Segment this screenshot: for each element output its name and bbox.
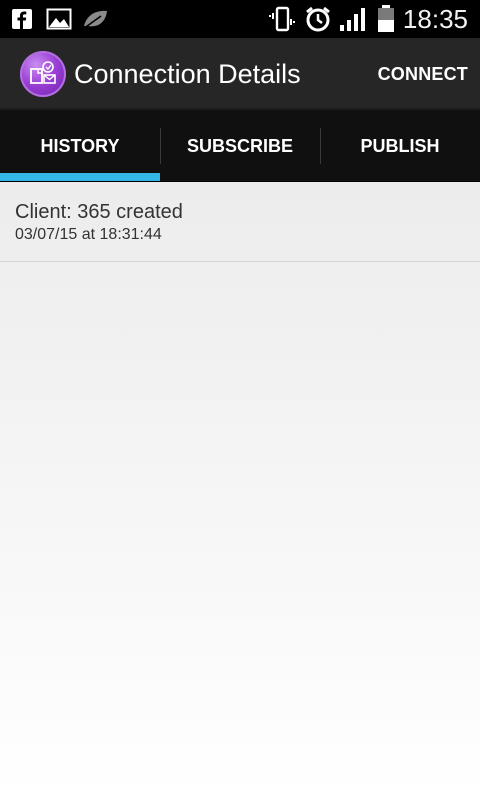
vibrate-icon — [268, 0, 296, 38]
page-title: Connection Details — [74, 59, 301, 89]
app-logo-icon[interactable] — [20, 51, 66, 97]
history-item-timestamp: 03/07/15 at 18:31:44 — [15, 226, 162, 243]
facebook-icon — [10, 0, 34, 38]
leaf-icon — [80, 0, 110, 38]
history-list[interactable]: Client: 365 created 03/07/15 at 18:31:44 — [0, 182, 480, 800]
status-bar: 18:35 — [0, 0, 480, 38]
history-item-title: Client: 365 created — [15, 201, 183, 223]
action-bar: Connection Details CONNECT — [0, 38, 480, 110]
tab-bar: HISTORY SUBSCRIBE PUBLISH — [0, 110, 480, 182]
signal-icon — [338, 0, 368, 38]
alarm-icon — [302, 0, 334, 38]
list-item[interactable]: Client: 365 created 03/07/15 at 18:31:44 — [0, 182, 480, 262]
tab-publish[interactable]: PUBLISH — [320, 110, 480, 182]
status-time: 18:35 — [402, 4, 468, 34]
tab-subscribe[interactable]: SUBSCRIBE — [160, 110, 320, 182]
battery-icon — [376, 0, 396, 38]
gallery-icon — [45, 0, 73, 38]
selected-tab-indicator — [0, 173, 160, 181]
connect-button[interactable]: CONNECT — [368, 38, 468, 110]
tab-history[interactable]: HISTORY — [0, 110, 160, 182]
